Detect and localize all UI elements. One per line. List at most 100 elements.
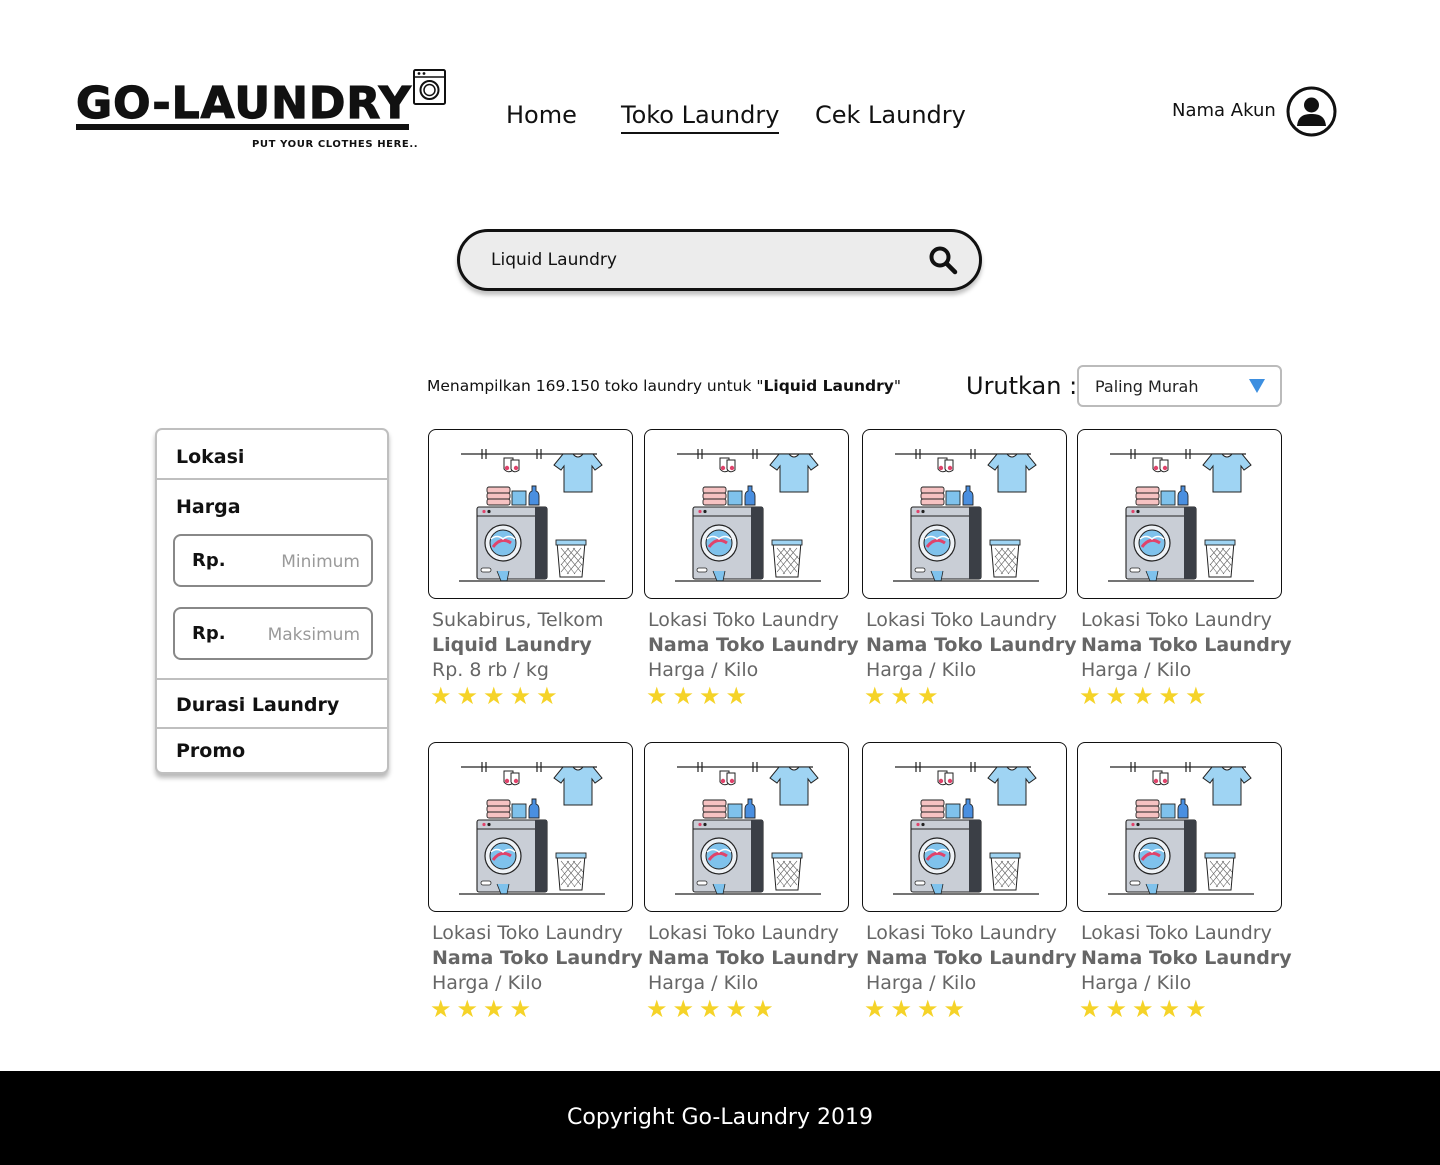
shop-price: Harga / Kilo (1081, 972, 1192, 994)
shop-card-image[interactable] (428, 429, 633, 599)
footer-copyright: Copyright Go-Laundry 2019 (567, 1105, 873, 1130)
filter-lokasi[interactable]: Lokasi (176, 445, 244, 469)
price-max-field[interactable]: Rp. Maksimum (173, 607, 373, 660)
shop-location: Lokasi Toko Laundry (648, 922, 839, 944)
shop-price: Harga / Kilo (866, 972, 977, 994)
sort-dropdown[interactable]: Paling Murah (1077, 365, 1282, 407)
star-icon: ★ (1158, 995, 1182, 1023)
star-icon: ★ (725, 682, 749, 710)
laundry-illustration (459, 762, 605, 895)
nav-home[interactable]: Home (506, 99, 577, 131)
star-icon: ★ (1185, 995, 1208, 1023)
star-icon: ★ (1185, 682, 1208, 710)
laundry-illustration (675, 449, 821, 582)
filter-durasi[interactable]: Durasi Laundry (176, 693, 339, 717)
star-icon: ★ (699, 995, 722, 1023)
logo-tagline: PUT YOUR CLOTHES HERE.. (252, 139, 419, 150)
shop-location: Lokasi Toko Laundry (1081, 609, 1272, 631)
star-rating: ★ ★ ★ ★ (430, 995, 536, 1023)
search-icon[interactable] (928, 245, 958, 275)
star-icon: ★ (1079, 995, 1102, 1023)
filter-divider (157, 478, 387, 480)
shop-card-image[interactable] (428, 742, 633, 912)
star-icon: ★ (1079, 682, 1102, 710)
sort-selected-value: Paling Murah (1095, 377, 1199, 396)
price-max-prefix: Rp. (192, 623, 226, 644)
laundry-illustration (675, 762, 821, 895)
shop-card-image[interactable] (644, 742, 849, 912)
shop-name[interactable]: Nama Toko Laundry (648, 945, 859, 971)
shop-name[interactable]: Nama Toko Laundry (648, 632, 859, 658)
star-icon: ★ (430, 682, 453, 710)
logo-wordmark: GO-LAUNDRY (75, 77, 412, 129)
nav-toko-laundry[interactable]: Toko Laundry (621, 99, 780, 134)
user-circle-icon[interactable] (1286, 86, 1337, 137)
shop-card-image[interactable] (862, 429, 1067, 599)
star-icon: ★ (917, 682, 940, 710)
star-icon: ★ (646, 682, 669, 710)
star-icon: ★ (917, 995, 940, 1023)
star-icon: ★ (430, 995, 453, 1023)
nav-cek-laundry[interactable]: Cek Laundry (815, 99, 966, 131)
shop-card-image[interactable] (1077, 742, 1282, 912)
shop-location: Lokasi Toko Laundry (866, 609, 1057, 631)
shop-name[interactable]: Liquid Laundry (432, 632, 592, 658)
shop-name[interactable]: Nama Toko Laundry (432, 945, 643, 971)
shop-card-image[interactable] (862, 742, 1067, 912)
account-name[interactable]: Nama Akun (1172, 99, 1276, 123)
logo[interactable]: GO-LAUNDRY PUT YOUR CLOTHES HERE.. (75, 68, 448, 158)
laundry-illustration (459, 449, 605, 582)
shop-name[interactable]: Nama Toko Laundry (1081, 632, 1292, 658)
filter-promo[interactable]: Promo (176, 739, 245, 763)
star-icon: ★ (1132, 682, 1155, 710)
star-rating: ★ ★ ★ ★ (864, 995, 970, 1023)
star-icon: ★ (509, 995, 533, 1023)
star-icon: ★ (752, 995, 775, 1023)
star-icon: ★ (646, 995, 669, 1023)
filter-divider (157, 727, 387, 729)
footer: Copyright Go-Laundry 2019 (0, 1071, 1440, 1165)
star-rating: ★ ★ ★ ★ ★ (646, 995, 779, 1023)
results-query: Liquid Laundry (763, 377, 894, 395)
star-icon: ★ (456, 995, 480, 1023)
star-icon: ★ (1105, 682, 1129, 710)
shop-location: Lokasi Toko Laundry (648, 609, 839, 631)
search-bar[interactable]: Liquid Laundry (457, 229, 982, 291)
star-icon: ★ (890, 995, 914, 1023)
shop-location: Lokasi Toko Laundry (866, 922, 1057, 944)
star-icon: ★ (483, 682, 506, 710)
logo-underline (76, 124, 409, 130)
filter-harga[interactable]: Harga (176, 495, 241, 519)
star-icon: ★ (483, 995, 506, 1023)
star-rating: ★ ★ ★ (864, 682, 944, 710)
filter-panel: Lokasi Harga Rp. Minimum Rp. Maksimum Du… (155, 428, 389, 774)
search-input[interactable]: Liquid Laundry (491, 249, 617, 271)
star-rating: ★ ★ ★ ★ ★ (430, 682, 563, 710)
star-rating: ★ ★ ★ ★ ★ (1079, 682, 1212, 710)
laundry-illustration (893, 762, 1039, 895)
star-rating: ★ ★ ★ ★ ★ (1079, 995, 1212, 1023)
price-min-field[interactable]: Rp. Minimum (173, 534, 373, 587)
shop-location: Lokasi Toko Laundry (432, 922, 623, 944)
sort-label: Urutkan : (966, 372, 1078, 400)
shop-name[interactable]: Nama Toko Laundry (866, 945, 1077, 971)
star-icon: ★ (725, 995, 749, 1023)
price-min-placeholder: Minimum (281, 552, 360, 572)
shop-location: Lokasi Toko Laundry (1081, 922, 1272, 944)
shop-card-image[interactable] (644, 429, 849, 599)
star-icon: ★ (672, 682, 696, 710)
star-rating: ★ ★ ★ ★ (646, 682, 752, 710)
shop-name[interactable]: Nama Toko Laundry (866, 632, 1077, 658)
washing-machine-icon (413, 69, 446, 105)
shop-price: Harga / Kilo (648, 659, 759, 681)
shop-price: Harga / Kilo (866, 659, 977, 681)
price-max-placeholder: Maksimum (267, 625, 360, 645)
shop-name[interactable]: Nama Toko Laundry (1081, 945, 1292, 971)
star-icon: ★ (1105, 995, 1129, 1023)
star-icon: ★ (943, 995, 967, 1023)
shop-price: Harga / Kilo (432, 972, 543, 994)
star-icon: ★ (456, 682, 480, 710)
shop-card-image[interactable] (1077, 429, 1282, 599)
filter-divider (157, 678, 387, 680)
star-icon: ★ (864, 682, 887, 710)
